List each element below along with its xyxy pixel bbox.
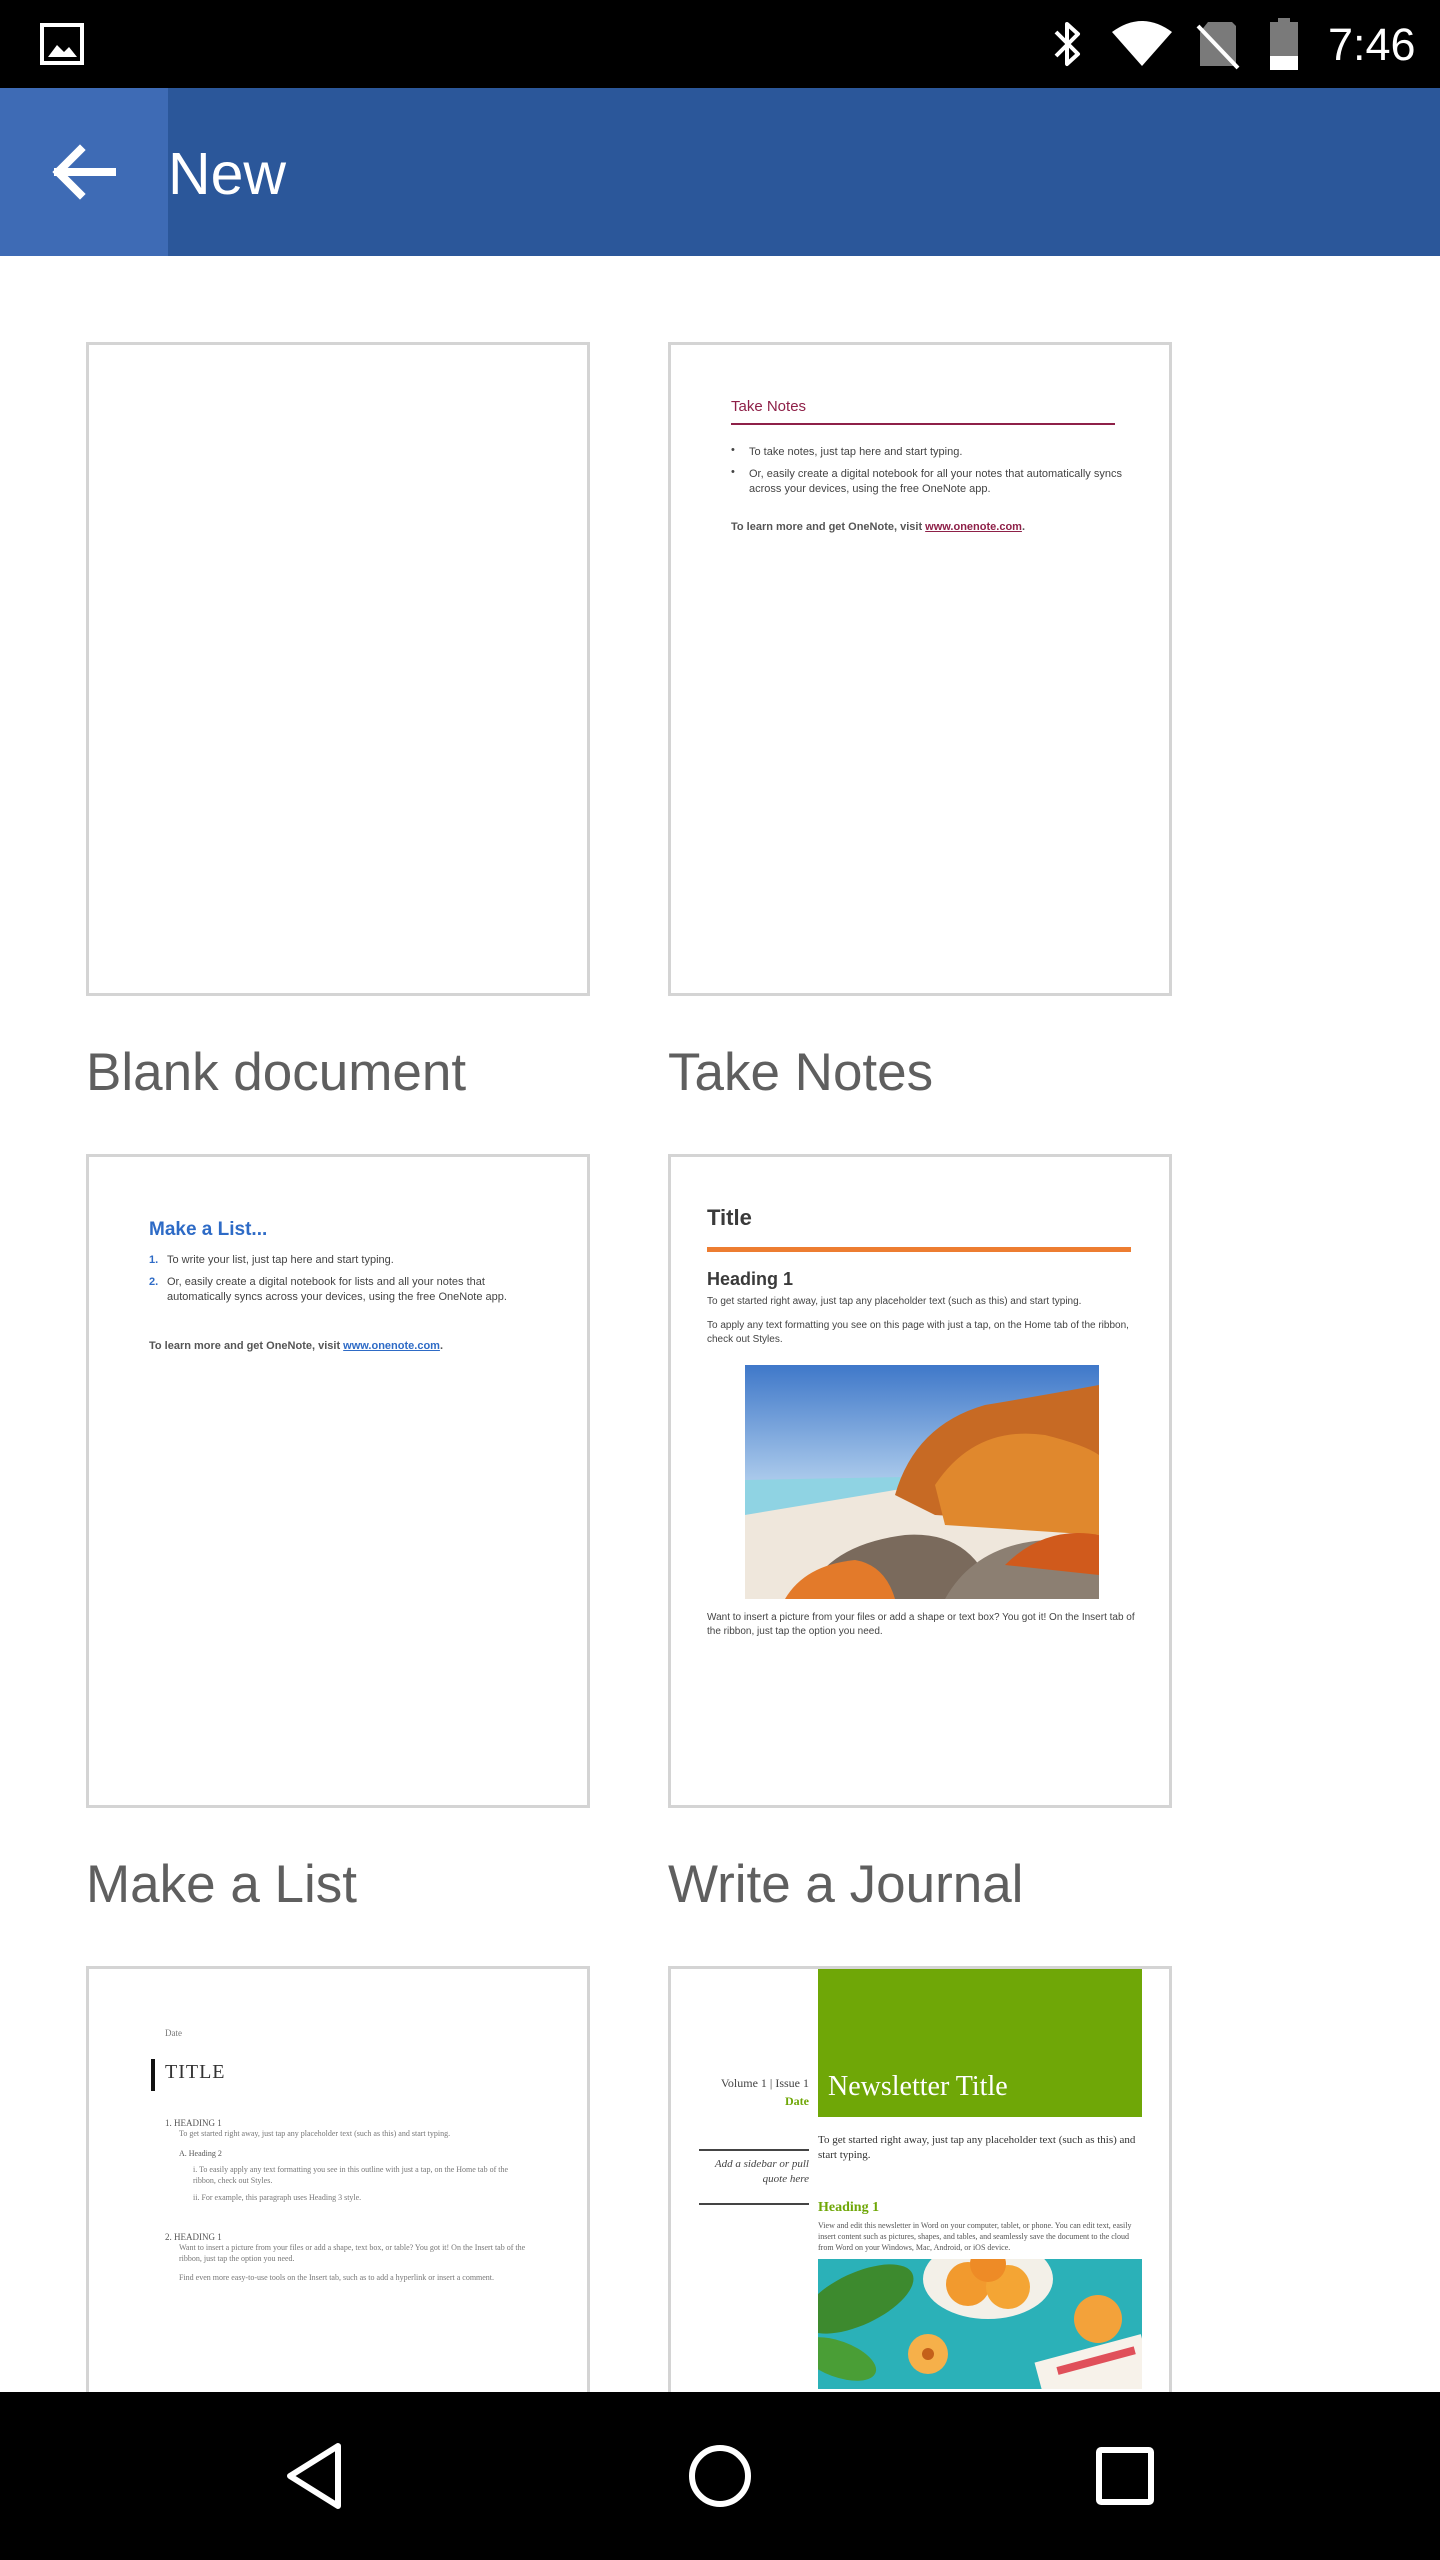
preview-divider — [699, 2203, 809, 2205]
preview-intro: To get started right away, just tap any … — [818, 2134, 1136, 2161]
preview-divider — [731, 423, 1115, 425]
no-sim-icon — [1196, 22, 1240, 70]
preview-title-bar — [151, 2059, 155, 2091]
preview-footer: To learn more and get OneNote, visit www… — [149, 1340, 443, 1352]
preview-paragraph: Want to insert a picture from your files… — [179, 2243, 526, 2263]
preview-paragraph: To apply any text formatting you see on … — [707, 1320, 1129, 1345]
preview-title: Title — [707, 1205, 752, 1230]
template-label: Write a Journal — [668, 1855, 1024, 1914]
nav-home-icon[interactable] — [680, 2436, 760, 2516]
preview-paragraph: To get started right away, just tap any … — [707, 1296, 1082, 1307]
template-thumbnail[interactable]: Title Heading 1 To get started right awa… — [668, 1154, 1172, 1808]
preview-body: View and edit this newsletter in Word on… — [818, 2221, 1132, 2252]
app-bar: New — [0, 88, 1440, 256]
preview-paragraph: i. To easily apply any text formatting y… — [193, 2165, 509, 2185]
template-label: Take Notes — [668, 1043, 934, 1102]
preview-title: Newsletter Title — [828, 2071, 1008, 2102]
preview-paragraph: To get started right away, just tap any … — [179, 2129, 451, 2138]
preview-paragraph: Find even more easy-to-use tools on the … — [179, 2273, 495, 2282]
nav-recents-icon[interactable] — [1085, 2436, 1165, 2516]
gallery-icon — [40, 23, 84, 65]
battery-icon — [1270, 18, 1298, 70]
preview-footer: To learn more and get OneNote, visit www… — [731, 521, 1025, 533]
preview-sidebar-quote: Add a sidebar or pull quote here — [714, 2158, 809, 2185]
preview-heading: 1. HEADING 1 — [165, 2118, 222, 2128]
preview-image — [745, 1365, 1099, 1599]
wifi-icon — [1112, 21, 1172, 66]
preview-title: TITLE — [165, 2061, 226, 2083]
preview-rule — [707, 1247, 1131, 1252]
page-title: New — [168, 141, 287, 207]
preview-heading: Make a List... — [149, 1219, 268, 1240]
preview-heading: 2. HEADING 1 — [165, 2232, 222, 2242]
preview-date: Date — [165, 2028, 182, 2038]
navigation-bar — [0, 2392, 1440, 2560]
template-thumbnail[interactable]: Make a List... 1. To write your list, ju… — [86, 1154, 590, 1808]
template-thumbnail[interactable] — [86, 342, 590, 996]
preview-subheading: A. Heading 2 — [179, 2149, 222, 2158]
preview-bullet: • To take notes, just tap here and start… — [731, 444, 963, 458]
preview-image — [818, 2259, 1142, 2389]
template-thumbnail[interactable]: Newsletter Title Volume 1 | Issue 1 Date… — [668, 1966, 1172, 2392]
preview-date: Date — [785, 2094, 809, 2108]
template-label: Blank document — [86, 1043, 467, 1102]
preview-list-item: 2. Or, easily create a digital notebook … — [149, 1276, 507, 1303]
preview-heading: Take Notes — [731, 398, 807, 415]
template-thumbnail[interactable]: Date TITLE 1. HEADING 1 To get started r… — [86, 1966, 590, 2392]
back-arrow-icon — [52, 144, 116, 200]
back-button[interactable] — [0, 88, 168, 256]
status-clock: 7:46 — [1328, 19, 1416, 70]
status-bar: 7:46 — [0, 0, 1440, 88]
nav-back-icon[interactable] — [276, 2436, 356, 2516]
preview-heading: Heading 1 — [707, 1269, 794, 1289]
preview-divider — [699, 2149, 809, 2151]
bluetooth-icon — [1054, 22, 1080, 66]
preview-paragraph: Want to insert a picture from your files… — [707, 1612, 1135, 1637]
preview-heading: Heading 1 — [818, 2200, 880, 2215]
preview-volume: Volume 1 | Issue 1 — [720, 2076, 809, 2090]
template-thumbnail[interactable]: Take Notes • To take notes, just tap her… — [668, 342, 1172, 996]
preview-list-item: 1. To write your list, just tap here and… — [149, 1254, 394, 1266]
preview-paragraph: ii. For example, this paragraph uses Hea… — [193, 2193, 362, 2202]
template-gallery[interactable]: Blank document Take Notes • To take note… — [0, 256, 1440, 2392]
preview-bullet: • Or, easily create a digital notebook f… — [731, 466, 1122, 495]
template-label: Make a List — [86, 1855, 358, 1914]
